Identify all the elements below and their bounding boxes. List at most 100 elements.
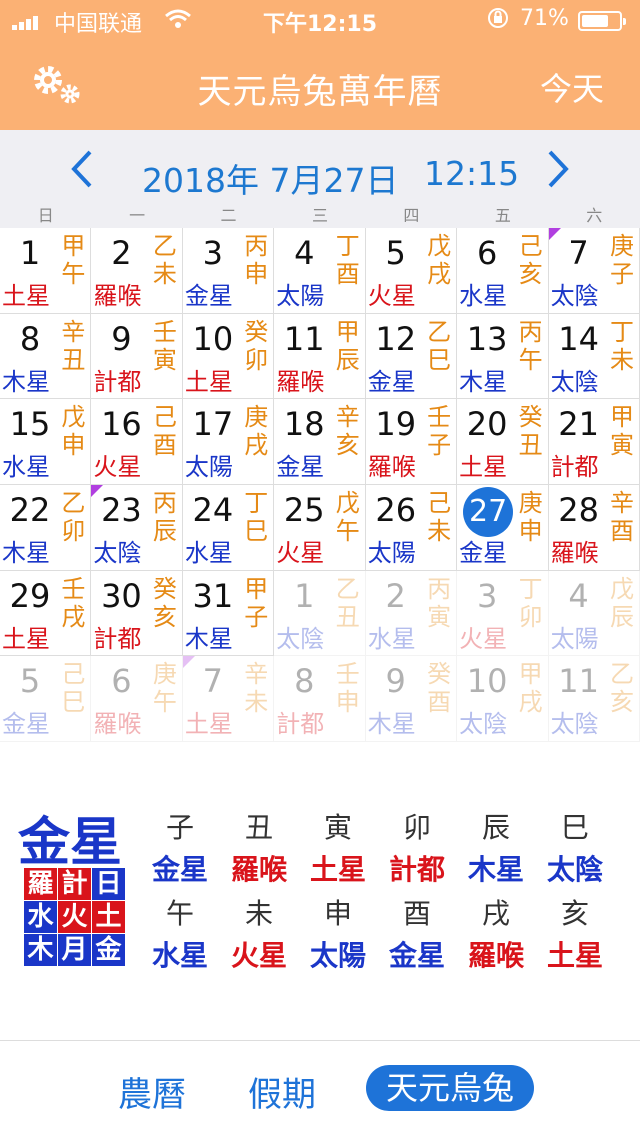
today-button[interactable]: 今天 — [540, 64, 604, 110]
hour-star-label: 金星 — [388, 939, 445, 972]
calendar-day[interactable]: 11 甲辰 羅喉 — [274, 313, 366, 400]
calendar-day[interactable]: 28 辛酉 羅喉 — [548, 485, 640, 571]
calendar-day[interactable]: 29 壬戌 土星 — [0, 570, 92, 657]
calendar-day[interactable]: 3 丁卯 火星 — [457, 570, 549, 657]
earthly-branch-label: 戌 — [481, 897, 510, 930]
hour-star-label: 水星 — [151, 939, 208, 972]
calendar-day[interactable]: 5 戊戌 火星 — [365, 228, 458, 314]
star-label: 羅喉 — [93, 710, 142, 739]
calendar-day[interactable]: 1 甲午 土星 — [0, 228, 92, 314]
calendar-day[interactable]: 2 丙寅 水星 — [365, 570, 458, 657]
calendar-day[interactable]: 7 辛未 土星 — [182, 656, 275, 742]
star-label: 計都 — [93, 367, 142, 396]
ganzhi-label: 癸丑 — [518, 403, 543, 460]
date-number: 10 — [192, 319, 234, 358]
star-label: 金星 — [2, 710, 50, 739]
calendar-day[interactable]: 4 戊辰 太陽 — [548, 570, 640, 657]
calendar-day[interactable]: 13 丙午 木星 — [457, 313, 549, 400]
calendar-day[interactable]: 4 丁酉 太陽 — [274, 228, 366, 314]
star-label: 太陽 — [184, 453, 233, 482]
ganzhi-label: 丙寅 — [427, 574, 452, 631]
hour-star-item: 午水星 — [140, 892, 220, 974]
star-label: 土星 — [2, 624, 50, 653]
calendar-day[interactable]: 26 己未 太陽 — [365, 485, 458, 571]
calendar-day[interactable]: 10 甲戌 太陰 — [457, 656, 549, 742]
calendar-day[interactable]: 25 戊午 火星 — [274, 485, 366, 571]
date-number: 28 — [558, 491, 599, 529]
star-label: 金星 — [276, 453, 325, 482]
star-label: 太陰 — [276, 624, 325, 653]
calendar-day[interactable]: 15 戊申 水星 — [0, 399, 92, 485]
today-date-number: 27 — [463, 487, 514, 537]
date-number: 24 — [192, 491, 234, 529]
ganzhi-label: 辛酉 — [609, 489, 634, 545]
earthly-branch-label: 酉 — [402, 897, 431, 930]
calendar-day[interactable]: 19 壬子 羅喉 — [365, 399, 458, 485]
star-grid: 羅計日水火土木月金 — [24, 868, 126, 968]
calendar-day[interactable]: 5 己巳 金星 — [0, 656, 92, 742]
calendar-day[interactable]: 7 庚子 太陰 — [548, 228, 640, 314]
calendar-day[interactable]: 9 壬寅 計都 — [91, 313, 183, 400]
calendar-day[interactable]: 8 壬申 計都 — [274, 656, 366, 742]
ganzhi-label: 壬子 — [427, 403, 452, 460]
calendar-day[interactable]: 6 庚午 羅喉 — [91, 656, 183, 742]
calendar-day[interactable]: 3 丙申 金星 — [182, 228, 275, 314]
tab-lunar[interactable]: 農曆 — [118, 1067, 186, 1116]
date-number: 23 — [101, 491, 142, 529]
date-number: 20 — [466, 405, 508, 444]
date-number: 12 — [375, 319, 417, 358]
calendar-day[interactable]: 21 甲寅 計都 — [548, 399, 640, 485]
calendar-day[interactable]: 20 癸丑 土星 — [457, 399, 549, 485]
selected-time[interactable]: 12:15 — [424, 154, 519, 193]
calendar-day[interactable]: 24 丁巳 水星 — [182, 485, 275, 571]
ganzhi-label: 乙丑 — [335, 574, 360, 631]
calendar-day[interactable]: 31 甲子 木星 — [182, 570, 275, 657]
ganzhi-label: 丁巳 — [244, 489, 269, 545]
date-number: 9 — [385, 662, 406, 701]
calendar-day[interactable]: 18 辛亥 金星 — [274, 399, 366, 485]
date-number: 22 — [9, 491, 51, 529]
ganzhi-label: 丁酉 — [335, 232, 360, 288]
star-label: 金星 — [459, 539, 508, 567]
star-label: 計都 — [276, 710, 325, 739]
next-month-button[interactable] — [544, 148, 572, 190]
calendar-day[interactable]: 22 乙卯 木星 — [0, 485, 92, 571]
calendar-day[interactable]: 1 乙丑 太陰 — [274, 570, 366, 657]
calendar-day[interactable]: 9 癸酉 木星 — [365, 656, 458, 742]
calendar-day[interactable]: 11 乙亥 太陰 — [548, 656, 640, 742]
calendar-day[interactable]: 14 丁未 太陰 — [548, 313, 640, 400]
calendar-day[interactable]: 30 癸亥 計都 — [91, 570, 183, 657]
calendar-day[interactable]: 10 癸卯 土星 — [182, 313, 275, 400]
hour-star-label: 土星 — [546, 939, 603, 972]
prev-month-button[interactable] — [68, 148, 96, 190]
tab-holiday[interactable]: 假期 — [248, 1067, 316, 1116]
calendar-day[interactable]: 6 己亥 水星 — [457, 228, 549, 314]
star-label: 計都 — [550, 453, 599, 482]
hour-star-item: 酉金星 — [377, 892, 457, 974]
star-label: 木星 — [459, 367, 508, 396]
calendar-day[interactable]: 17 庚戌 太陽 — [182, 399, 275, 485]
date-number: 2 — [385, 576, 406, 615]
earthly-branch-label: 寅 — [323, 811, 352, 844]
tab-bar: 農曆 假期 天元烏兔 — [0, 1040, 640, 1136]
selected-date[interactable]: 2018年 7月27日 — [142, 154, 398, 202]
calendar-day[interactable]: 8 辛丑 木星 — [0, 313, 92, 400]
calendar-day[interactable]: 2 乙未 羅喉 — [91, 228, 183, 314]
star-label: 水星 — [184, 539, 233, 567]
star-label: 太陽 — [367, 539, 416, 567]
battery-percent: 71% — [520, 6, 569, 31]
date-number: 1 — [19, 234, 41, 272]
date-number: 3 — [202, 234, 224, 272]
calendar-day[interactable]: 12 乙巳 金星 — [365, 313, 458, 400]
date-header: 2018年 7月27日 12:15 日 一 二 三 四 五 六 — [0, 130, 640, 228]
calendar-day[interactable]: 16 己酉 火星 — [91, 399, 183, 485]
calendar-day[interactable]: 23 丙辰 太陰 — [91, 485, 183, 571]
star-grid-cell: 羅 — [24, 868, 57, 900]
calendar-day[interactable]: 27 庚申 金星 — [457, 485, 549, 571]
hour-star-item: 辰木星 — [456, 806, 536, 888]
hour-star-label: 計都 — [388, 853, 445, 886]
tab-tianyuan[interactable]: 天元烏兔 — [366, 1065, 534, 1111]
star-label: 太陰 — [93, 539, 142, 567]
star-label: 木星 — [2, 539, 50, 567]
star-grid-cell: 月 — [58, 934, 91, 966]
